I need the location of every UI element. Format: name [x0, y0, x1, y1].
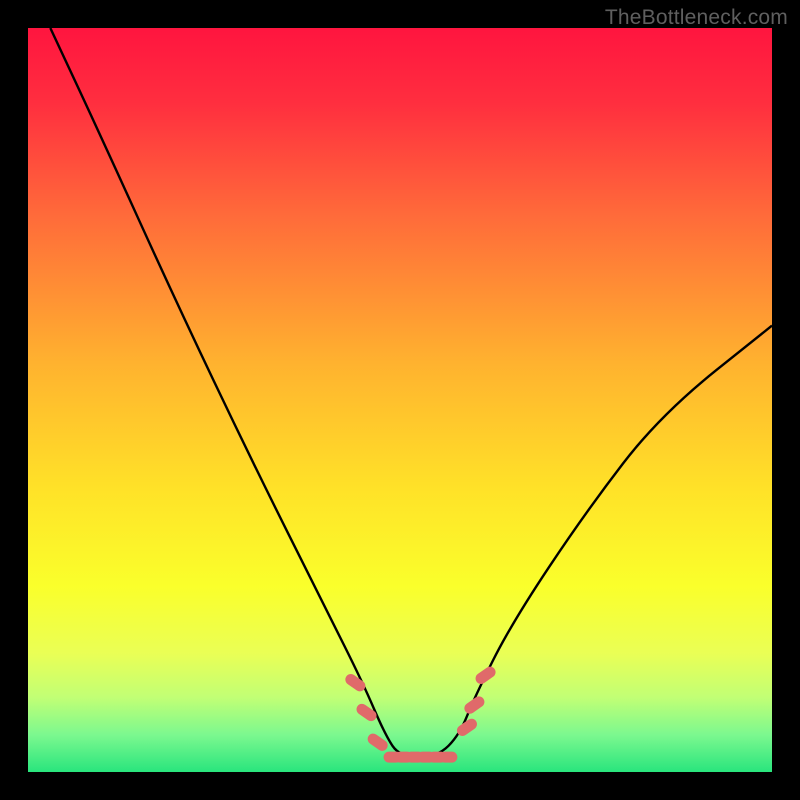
- chart-frame: TheBottleneck.com: [0, 0, 800, 800]
- bottleneck-curve: [50, 28, 772, 757]
- flat-markers: [343, 664, 498, 762]
- plot-area: [28, 28, 772, 772]
- watermark-text: TheBottleneck.com: [605, 6, 788, 30]
- curve-layer: [28, 28, 772, 772]
